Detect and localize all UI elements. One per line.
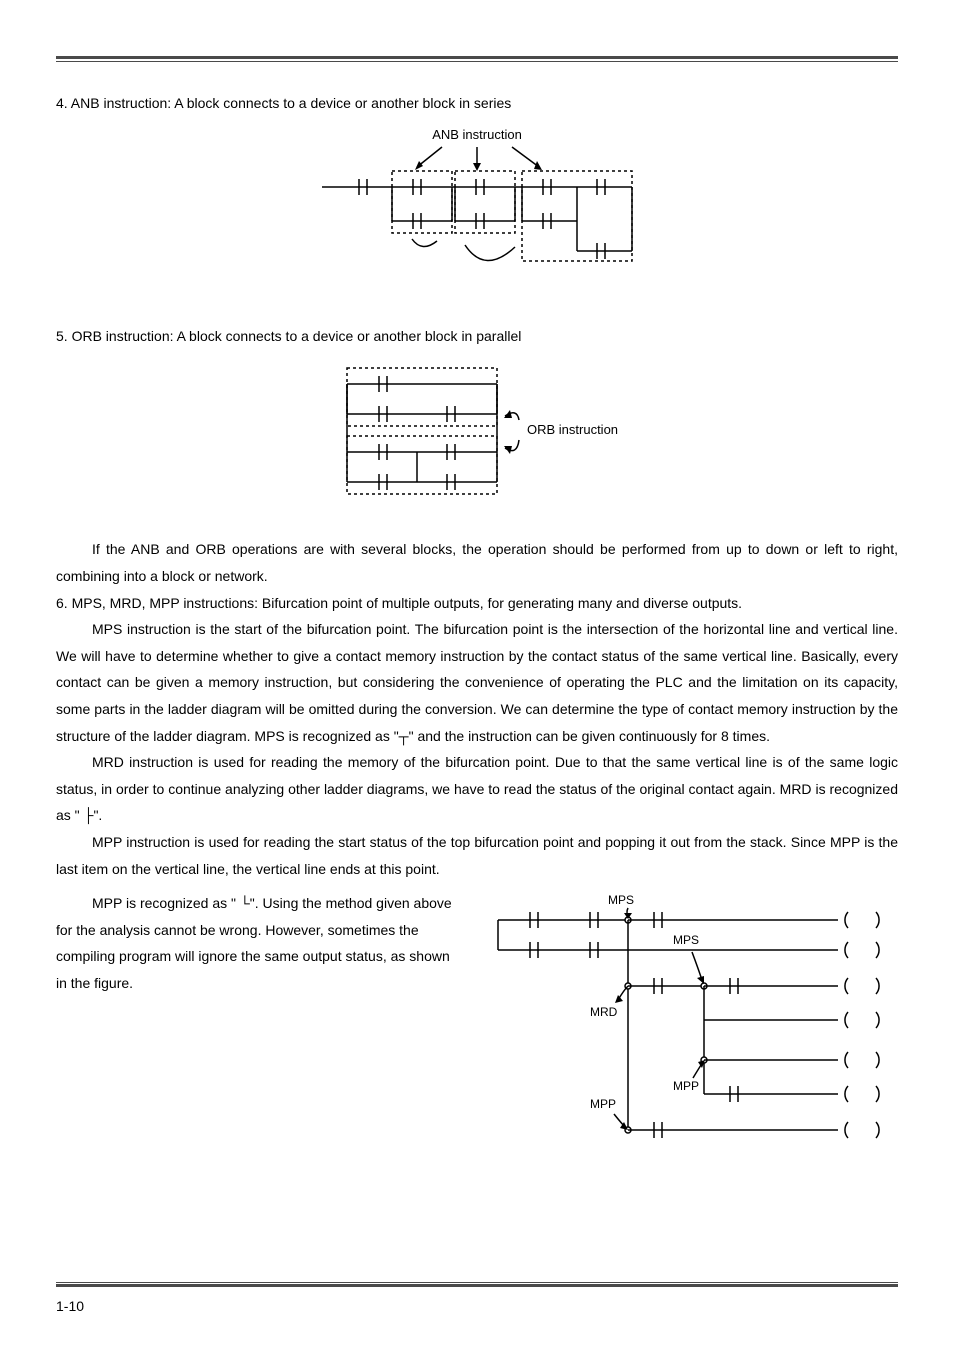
top-rule [56, 56, 898, 62]
section5-heading: 5. ORB instruction: A block connects to … [56, 323, 898, 350]
anb-figure: ANB instruction [56, 125, 898, 304]
section6-para-mps: MPS instruction is the start of the bifu… [56, 616, 898, 749]
mps-mrd-mpp-figure: MPS MPS [478, 890, 898, 1159]
anb-label: ANB instruction [432, 127, 522, 142]
mps2-label: MPS [673, 933, 699, 947]
footer-rule [56, 1282, 898, 1287]
section5-para: If the ANB and ORB operations are with s… [56, 536, 898, 589]
mpp-inner-label: MPP [673, 1079, 699, 1093]
section4-heading: 4. ANB instruction: A block connects to … [56, 90, 898, 117]
section6-heading: 6. MPS, MRD, MPP instructions: Bifurcati… [56, 590, 898, 617]
mpp-outer-label: MPP [590, 1097, 616, 1111]
orb-figure: ORB instruction [56, 358, 898, 517]
page-number: 1-10 [56, 1293, 898, 1320]
section6-para-mpp2: MPP is recognized as " └". Using the met… [56, 890, 462, 996]
orb-label: ORB instruction [527, 422, 618, 437]
mrd-label: MRD [590, 1005, 618, 1019]
mps1-label: MPS [608, 893, 634, 907]
section6-para-mpp1: MPP instruction is used for reading the … [56, 829, 898, 882]
section6-para-mrd: MRD instruction is used for reading the … [56, 749, 898, 829]
